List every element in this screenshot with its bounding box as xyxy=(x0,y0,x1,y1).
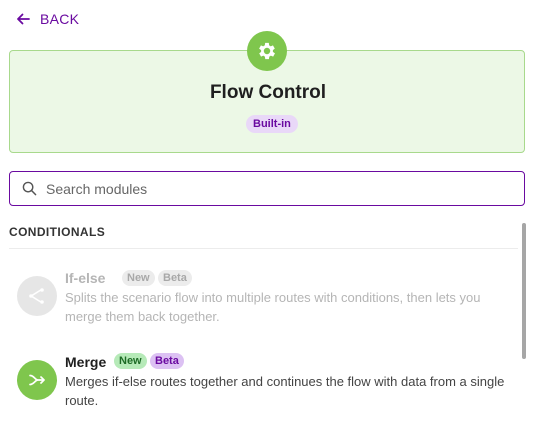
module-name: Merge xyxy=(65,354,107,370)
module-merge[interactable]: Merge New Beta Merges if-else routes tog… xyxy=(9,350,518,410)
new-badge: New xyxy=(114,353,147,369)
arrow-left-icon xyxy=(17,13,30,25)
module-description: Splits the scenario flow into multiple r… xyxy=(65,290,481,324)
module-name: If-else xyxy=(65,270,106,286)
search-input[interactable] xyxy=(46,180,524,197)
new-badge: New xyxy=(122,270,155,286)
flow-control-panel: BACK Flow Control Built-in CONDITIONALS … xyxy=(0,0,536,421)
page-title: Flow Control xyxy=(209,82,327,103)
back-button[interactable]: BACK xyxy=(16,11,79,27)
module-if-else[interactable]: If-else New Beta Splits the scenario flo… xyxy=(9,266,518,326)
split-icon xyxy=(29,288,44,304)
module-icon xyxy=(17,276,57,316)
beta-badge: Beta xyxy=(150,353,184,369)
section-title: CONDITIONALS xyxy=(9,225,106,239)
search-icon xyxy=(22,181,37,196)
module-description: Merges if-else routes together and conti… xyxy=(65,374,505,408)
beta-badge: Beta xyxy=(158,270,192,286)
merge-icon xyxy=(29,374,45,386)
scrollbar-thumb[interactable] xyxy=(522,223,526,359)
search-box[interactable] xyxy=(9,171,525,206)
back-label: BACK xyxy=(40,11,80,27)
built-in-badge: Built-in xyxy=(246,115,298,133)
gear-icon xyxy=(259,42,275,60)
app-icon xyxy=(247,31,287,71)
module-icon xyxy=(17,360,57,400)
section-divider xyxy=(9,248,518,249)
